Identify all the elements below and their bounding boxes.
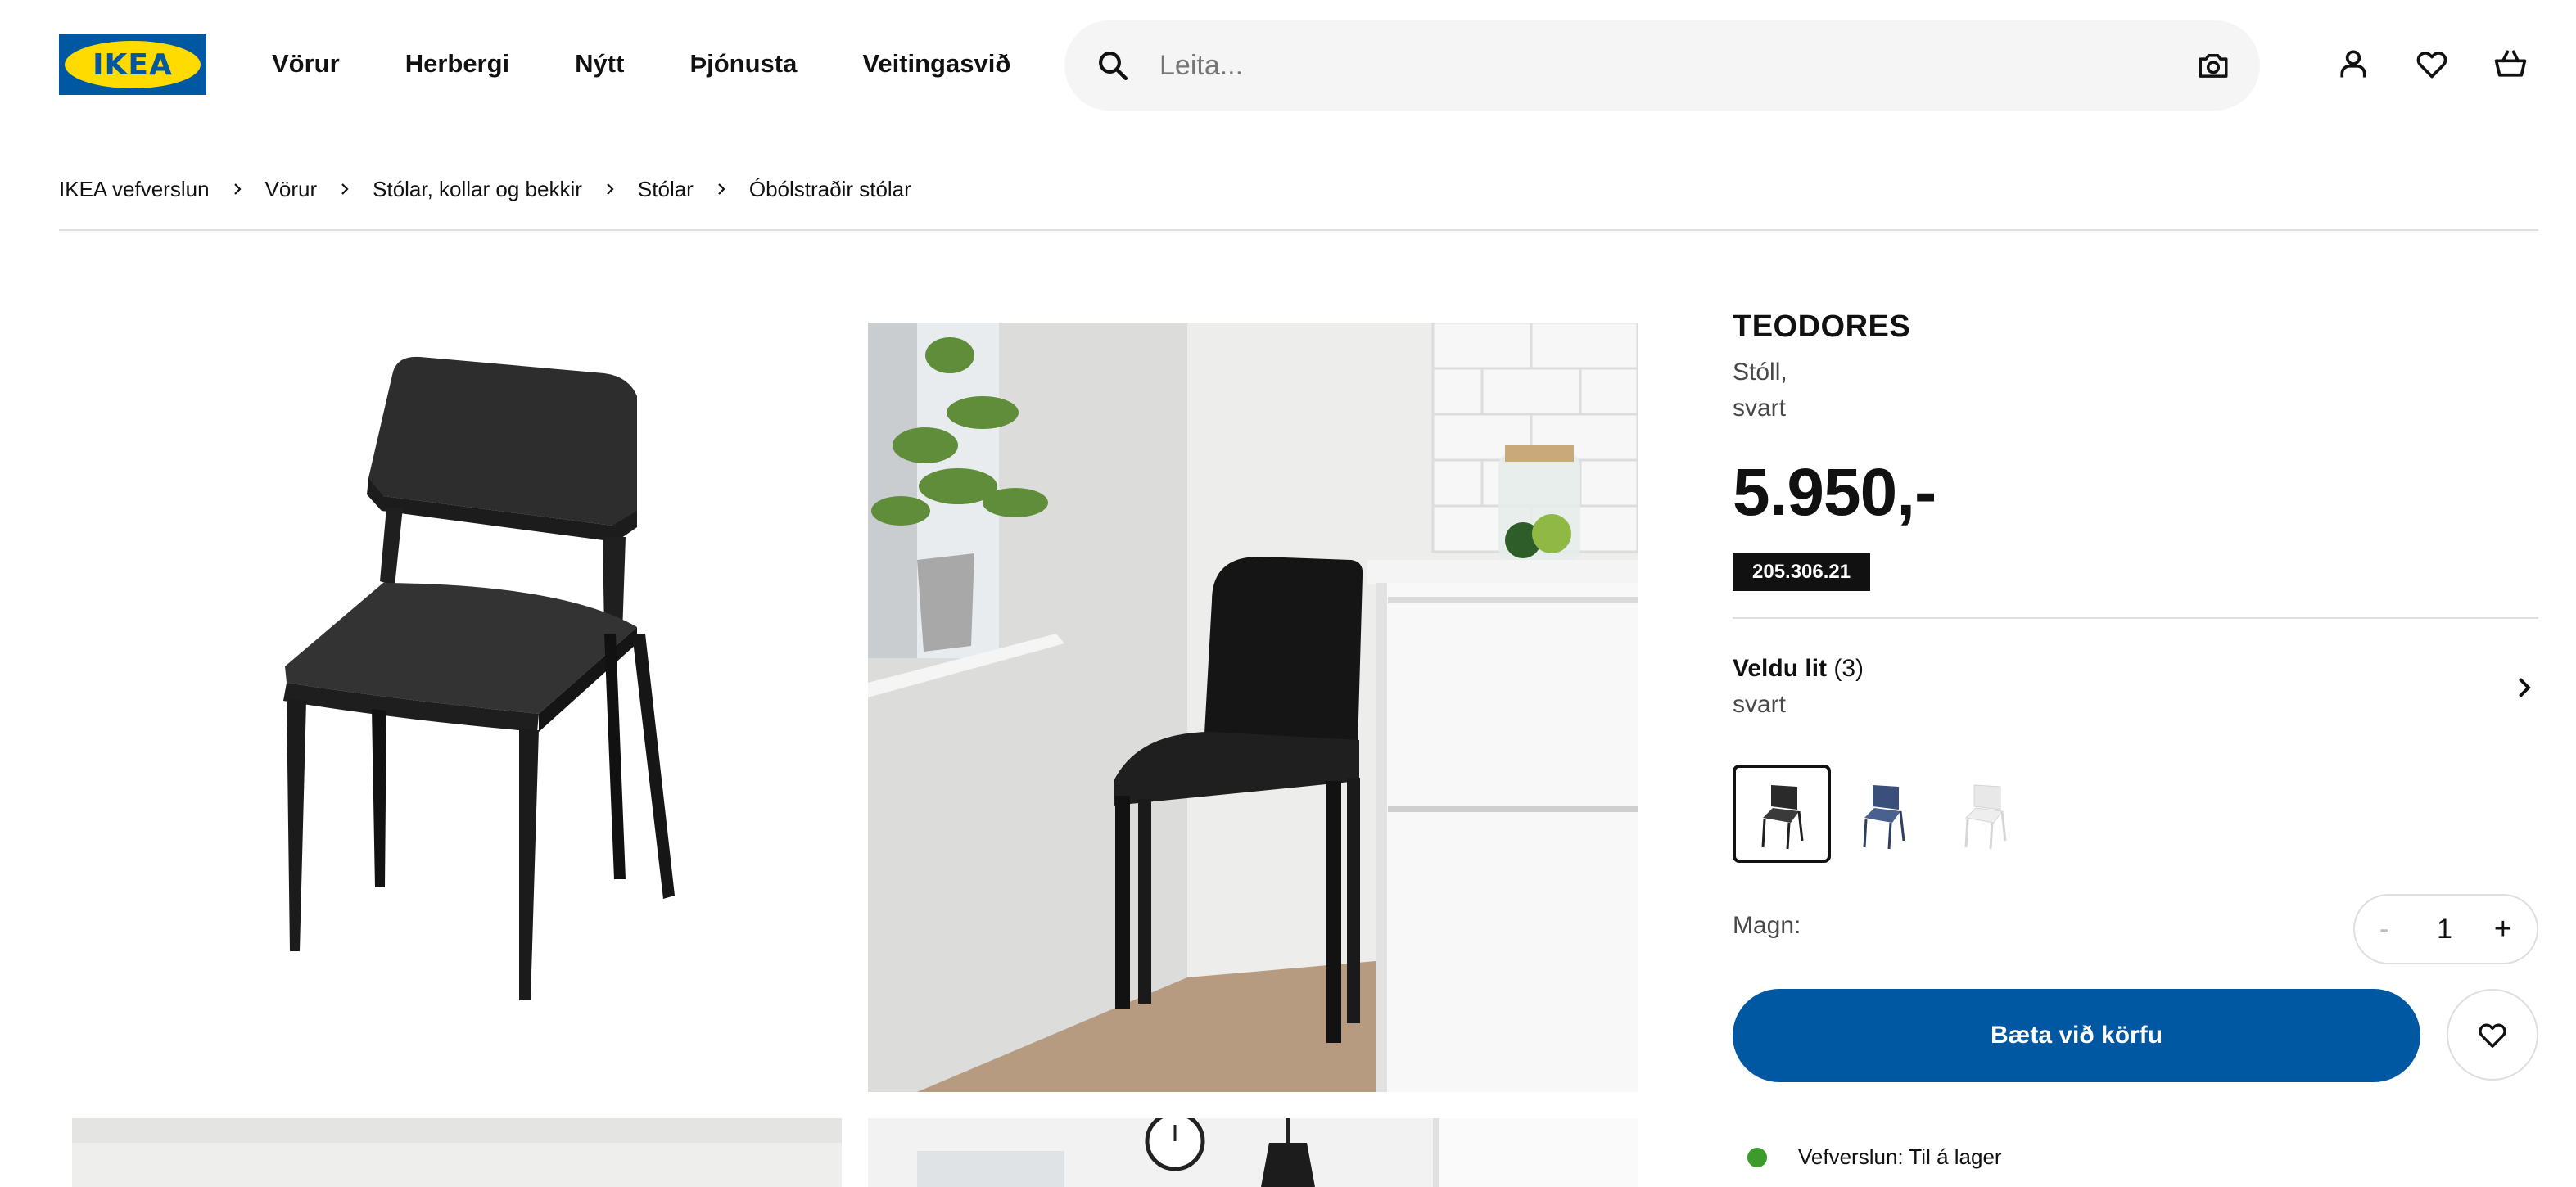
- color-swatch-black[interactable]: [1733, 765, 1831, 863]
- quantity-stepper: - 1 +: [2353, 894, 2538, 964]
- logo-text: IKEA: [93, 47, 173, 82]
- product-image-3[interactable]: [72, 1118, 842, 1187]
- header-divider: [59, 229, 2538, 231]
- quantity-value[interactable]: 1: [2437, 914, 2452, 946]
- nav-item-vorur[interactable]: Vörur: [272, 47, 340, 80]
- product-image-4[interactable]: [868, 1118, 1638, 1187]
- product-color: svart: [1733, 395, 1787, 422]
- breadcrumb-item[interactable]: IKEA vefverslun: [59, 174, 210, 205]
- breadcrumb-item-current[interactable]: Óbólstraðir stólar: [749, 174, 911, 205]
- nav-item-nytt[interactable]: Nýtt: [575, 47, 624, 80]
- chair-thumbnail: [1964, 784, 2007, 850]
- color-title-label: Veldu lit: [1733, 655, 1828, 682]
- product-type: Stóll,: [1733, 359, 1787, 386]
- main-nav: Vörur Herbergi Nýtt Þjónusta Veitingasvi…: [272, 47, 1076, 80]
- nav-item-veitingasvid[interactable]: Veitingasvið: [862, 47, 1010, 80]
- breadcrumb-item[interactable]: Stólar: [638, 174, 694, 205]
- quantity-increase-button[interactable]: +: [2494, 912, 2512, 947]
- chair-thumbnail: [1761, 785, 1804, 850]
- image-4-preview: [868, 1118, 1638, 1187]
- color-count: (3): [1833, 655, 1864, 682]
- nav-item-herbergi[interactable]: Herbergi: [405, 47, 509, 80]
- breadcrumb-item[interactable]: Stólar, kollar og bekkir: [373, 174, 582, 205]
- add-to-favourites-button[interactable]: [2447, 989, 2538, 1081]
- add-to-cart-button[interactable]: Bæta við körfu: [1733, 989, 2420, 1082]
- stock-status-text: Vefverslun: Til á lager: [1798, 1144, 2002, 1169]
- search-icon[interactable]: [1096, 48, 1130, 83]
- ikea-logo[interactable]: IKEA: [59, 34, 206, 95]
- article-number: 205.306.21: [1733, 553, 1871, 591]
- camera-icon[interactable]: [2196, 48, 2230, 83]
- product-price: 5.950,-: [1733, 455, 1937, 530]
- search-bar: [1064, 20, 2260, 111]
- room-scene-image: [868, 323, 1638, 1092]
- chair-thumbnail: [1863, 785, 1905, 850]
- account-icon[interactable]: [2335, 46, 2371, 82]
- image-3-preview: [72, 1118, 842, 1187]
- color-swatch-blue[interactable]: [1834, 765, 1932, 863]
- product-name: TEODORES: [1733, 309, 1911, 344]
- cart-icon[interactable]: [2492, 46, 2529, 82]
- heart-icon: [2479, 1023, 2506, 1048]
- color-swatch-white[interactable]: [1936, 765, 2034, 863]
- product-image-room[interactable]: [868, 323, 1638, 1092]
- breadcrumb: IKEA vefverslun Vörur Stólar, kollar og …: [59, 174, 911, 205]
- quantity-label: Magn:: [1733, 912, 1801, 939]
- chair-product-image: [283, 356, 675, 1000]
- stock-status-dot: [1747, 1148, 1767, 1167]
- search-input[interactable]: [1159, 38, 2158, 93]
- site-header: IKEA Vörur Herbergi Nýtt Þjónusta Veitin…: [0, 0, 2576, 131]
- selected-color: svart: [1733, 691, 1787, 718]
- chevron-right-icon: [233, 183, 242, 195]
- price-divider: [1733, 617, 2538, 619]
- logo-oval: IKEA: [65, 41, 201, 88]
- heart-icon[interactable]: [2414, 46, 2450, 82]
- chevron-right-icon[interactable]: [2509, 673, 2538, 702]
- product-image-main[interactable]: [72, 323, 842, 1092]
- chevron-right-icon: [341, 183, 349, 195]
- nav-item-thjonusta[interactable]: Þjónusta: [689, 47, 797, 80]
- chevron-right-icon: [718, 183, 725, 195]
- color-title: Veldu lit (3): [1733, 655, 1864, 683]
- color-selector[interactable]: Veldu lit (3) svart: [1733, 655, 2538, 729]
- quantity-decrease-button[interactable]: -: [2379, 914, 2388, 946]
- chevron-right-icon: [607, 183, 614, 195]
- breadcrumb-item[interactable]: Vörur: [265, 174, 318, 205]
